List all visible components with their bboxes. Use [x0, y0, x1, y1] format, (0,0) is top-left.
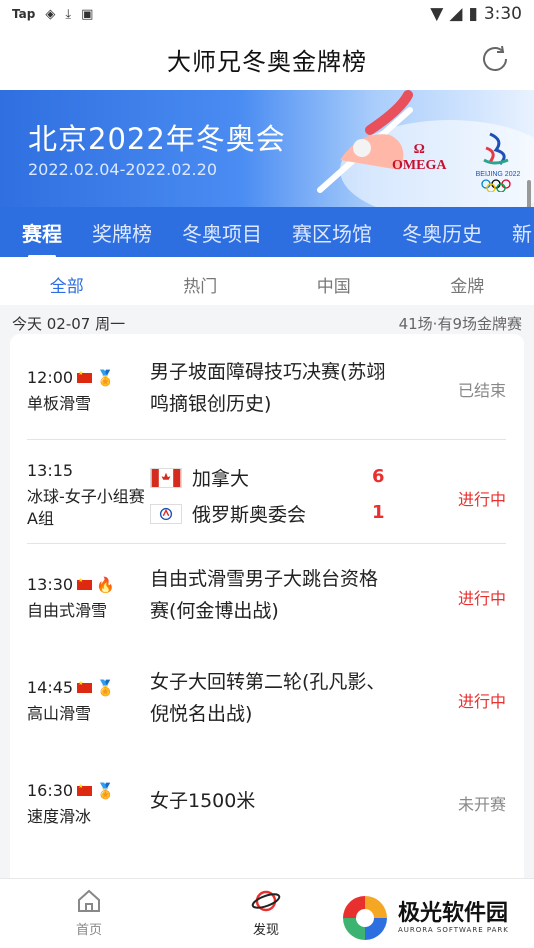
- event-time: 13:15: [27, 461, 74, 480]
- medal-icon: 🏅: [96, 678, 115, 697]
- nav-discover[interactable]: 发现: [245, 887, 287, 938]
- aurora-logo: [343, 896, 387, 940]
- battery-icon: ▮: [468, 4, 478, 24]
- china-flag-icon: [77, 370, 93, 383]
- list-item[interactable]: 16:30 🏅 速度滑冰 女子1500米 未开赛: [10, 750, 524, 853]
- status-bar: Tap ◈ ⤓ ▣ ▼ ◢ ▮ 3:30: [0, 0, 534, 28]
- scrollbar[interactable]: [527, 180, 531, 207]
- nav-discover-label: 发现: [252, 923, 279, 938]
- omega-logo: Ω OMEGA: [392, 142, 447, 173]
- tab-events[interactable]: 冬奥项目: [182, 218, 262, 247]
- event-title: 自由式滑雪男子大跳台资格赛(何金博出战): [150, 568, 379, 622]
- filter-gold[interactable]: 金牌: [401, 266, 534, 297]
- event-sport: 速度滑冰: [27, 807, 92, 826]
- china-flag-icon: [77, 783, 93, 796]
- watermark: 极光软件园 AURORA SOFTWARE PARK: [340, 893, 509, 943]
- event-status: 进行中: [457, 490, 506, 509]
- watermark-subtext: AURORA SOFTWARE PARK: [398, 926, 509, 934]
- event-sport: 自由式滑雪: [27, 601, 108, 620]
- app-notification-icon: ▣: [81, 6, 94, 22]
- page-title: 大师兄冬奥金牌榜: [167, 47, 367, 76]
- event-time: 16:30: [27, 781, 74, 800]
- nav-home[interactable]: 首页: [68, 887, 110, 938]
- nav-home-label: 首页: [75, 923, 102, 938]
- canada-flag-icon: [150, 467, 182, 488]
- event-summary: 41场·有9场金牌赛: [398, 314, 522, 333]
- filter-china[interactable]: 中国: [267, 266, 401, 297]
- china-flag-icon: [77, 577, 93, 590]
- event-time: 13:30: [27, 575, 74, 594]
- team-score: 1: [372, 502, 385, 523]
- event-time: 12:00: [27, 368, 74, 387]
- olympics-banner[interactable]: 北京2022年冬奥会 2022.02.04-2022.02.20: [0, 90, 534, 207]
- filter-tabs: 全部 热门 中国 金牌: [0, 251, 534, 305]
- china-flag-icon: [77, 680, 93, 693]
- clock: 3:30: [483, 4, 522, 24]
- sync-icon: ◈: [45, 6, 56, 22]
- event-status: 进行中: [457, 589, 506, 608]
- medal-icon: 🏅: [96, 368, 115, 387]
- beijing-2022-emblem: BEIJING 2022: [476, 132, 521, 192]
- event-status: 已结束: [457, 381, 506, 400]
- event-list: 12:00 🏅 单板滑雪 男子坡面障碍技巧决赛(苏翊鸣摘银创历史) 已结束 13…: [10, 334, 524, 894]
- carrier-label: Tap: [12, 7, 36, 21]
- watermark-text: 极光软件园: [398, 901, 509, 926]
- tab-venues[interactable]: 赛区场馆: [292, 218, 372, 247]
- event-status: 进行中: [457, 692, 506, 711]
- event-time: 14:45: [27, 678, 74, 697]
- signal-icon: ◢: [449, 4, 463, 24]
- refresh-icon[interactable]: [478, 42, 512, 76]
- wifi-icon: ▼: [430, 4, 444, 24]
- list-item[interactable]: 13:15 冰球-女子小组赛A组 加拿大 6 俄罗斯奥委会 1 进行中: [10, 440, 524, 543]
- event-sport: 高山滑雪: [27, 704, 92, 723]
- medal-icon: 🏅: [96, 781, 115, 800]
- event-sport: 冰球-女子小组赛A组: [27, 487, 145, 528]
- list-item[interactable]: 14:45 🏅 高山滑雪 女子大回转第二轮(孔凡影、倪悦名出战) 进行中: [10, 647, 524, 750]
- list-item[interactable]: 12:00 🏅 单板滑雪 男子坡面障碍技巧决赛(苏翊鸣摘银创历史) 已结束: [10, 334, 524, 439]
- tab-news[interactable]: 新: [512, 218, 532, 247]
- svg-text:BEIJING 2022: BEIJING 2022: [476, 171, 521, 178]
- event-title: 男子坡面障碍技巧决赛(苏翊鸣摘银创历史): [150, 361, 386, 415]
- event-status: 未开赛: [457, 795, 506, 814]
- app-bar: 大师兄冬奥金牌榜: [0, 28, 534, 90]
- fire-icon: 🔥: [96, 575, 115, 594]
- team-name: 加拿大: [192, 468, 250, 490]
- home-icon: [78, 889, 100, 912]
- event-title: 女子1500米: [150, 790, 256, 812]
- download-icon: ⤓: [65, 6, 72, 22]
- filter-all[interactable]: 全部: [0, 251, 134, 297]
- planet-icon: [251, 890, 281, 912]
- tab-history[interactable]: 冬奥历史: [402, 218, 482, 247]
- team-score: 6: [372, 466, 385, 487]
- main-tabs: 赛程 奖牌榜 冬奥项目 赛区场馆 冬奥历史 新: [0, 207, 534, 257]
- banner-title: 北京2022年冬奥会: [28, 122, 286, 156]
- event-title: 女子大回转第二轮(孔凡影、倪悦名出战): [150, 671, 386, 725]
- current-date: 今天 02-07 周一: [12, 314, 126, 333]
- list-item[interactable]: 13:30 🔥 自由式滑雪 自由式滑雪男子大跳台资格赛(何金博出战) 进行中: [10, 544, 524, 647]
- filter-hot[interactable]: 热门: [134, 266, 268, 297]
- event-sport: 单板滑雪: [27, 394, 92, 413]
- roc-flag-icon: [150, 503, 182, 524]
- banner-dates: 2022.02.04-2022.02.20: [28, 160, 217, 179]
- tab-schedule[interactable]: 赛程: [22, 218, 62, 257]
- team-name: 俄罗斯奥委会: [192, 504, 307, 526]
- tab-medal-table[interactable]: 奖牌榜: [92, 218, 152, 247]
